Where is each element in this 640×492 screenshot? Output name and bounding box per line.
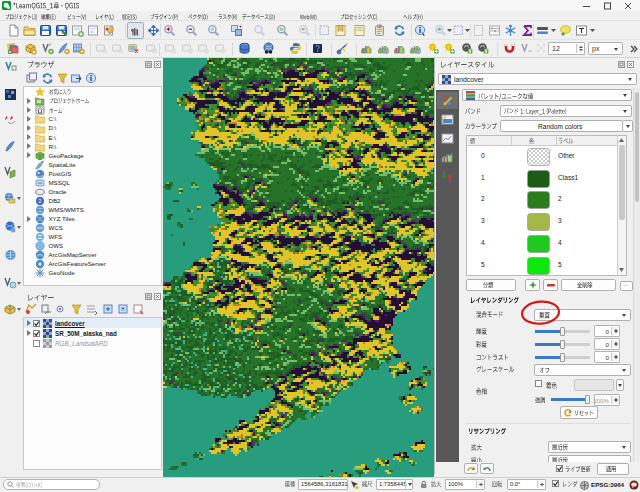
svg-text:2: 2 [39, 198, 42, 204]
